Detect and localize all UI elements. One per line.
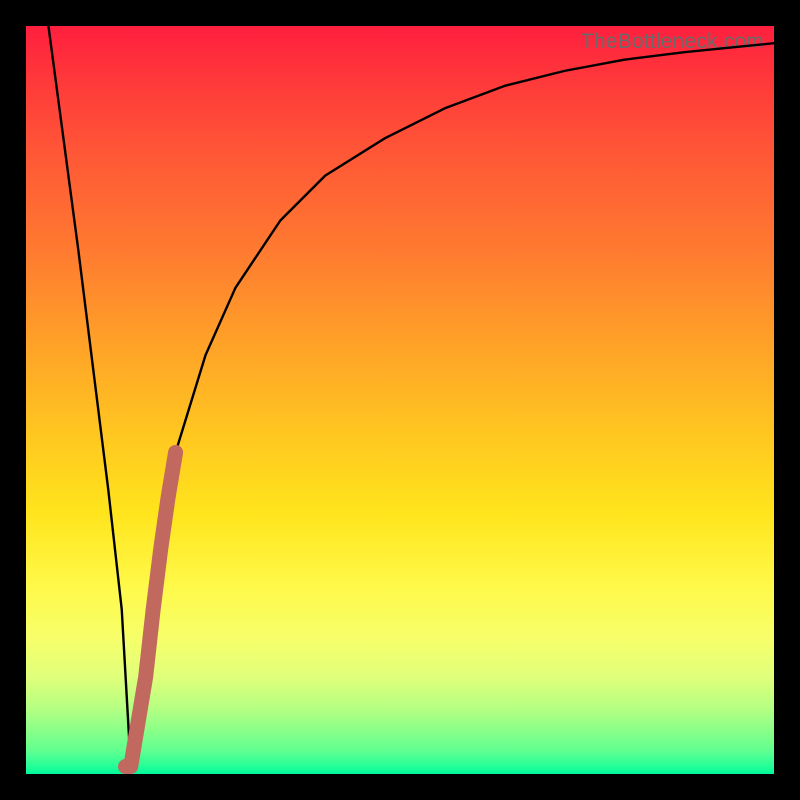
- plot-area: TheBottleneck.com: [26, 26, 774, 774]
- bottleneck-curve: [48, 26, 774, 767]
- chart-frame: TheBottleneck.com: [0, 0, 800, 800]
- marker-segment: [125, 452, 175, 766]
- chart-svg: [26, 26, 774, 774]
